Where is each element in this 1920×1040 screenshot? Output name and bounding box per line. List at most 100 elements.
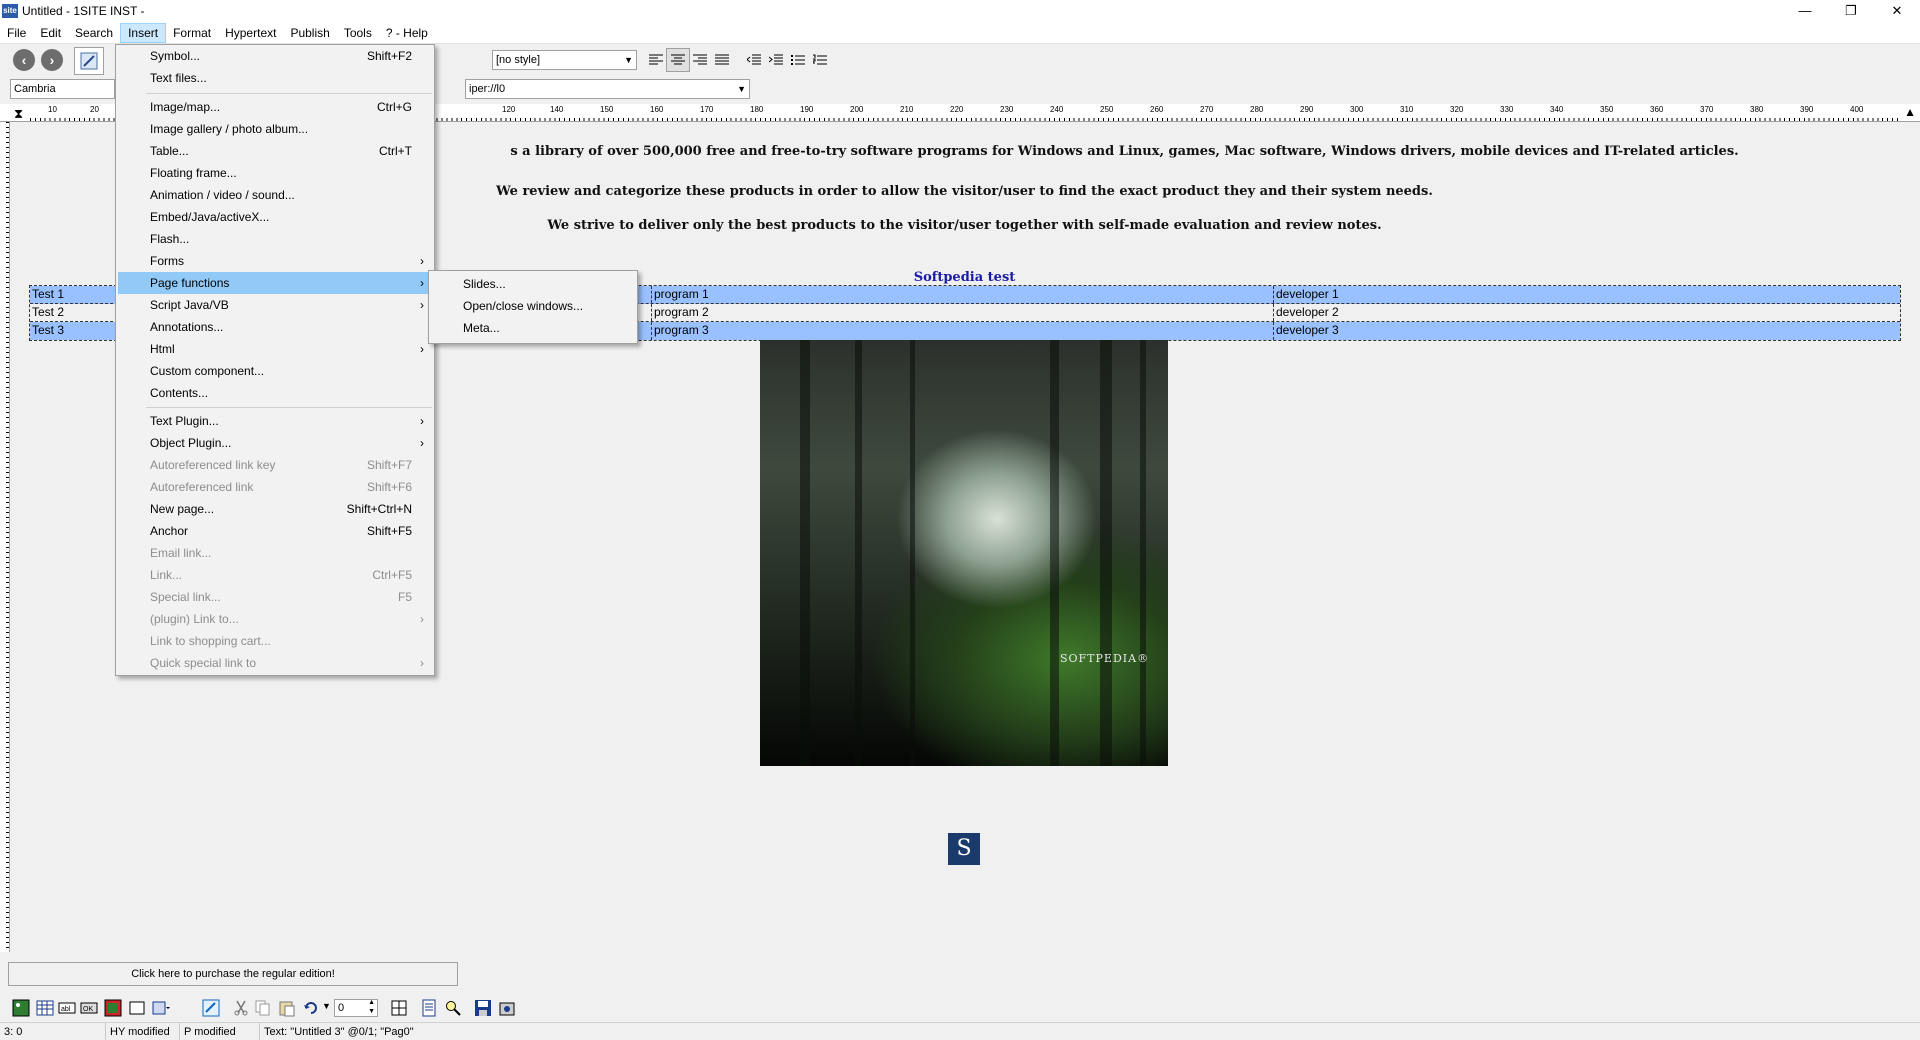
menu-item-animation[interactable]: Animation / video / sound... [118,184,432,206]
menu-item-label: Page functions [150,276,230,290]
insert-frame-icon[interactable] [104,999,122,1017]
insert-button-icon[interactable]: OK [80,999,98,1017]
menu-item-symbol[interactable]: Symbol... Shift+F2 [118,45,432,67]
forward-button[interactable]: › [40,48,64,72]
justify-button[interactable] [710,48,734,72]
undo-dropdown-icon[interactable]: ▼ [322,1001,331,1011]
layout-dropdown-icon[interactable] [152,999,170,1017]
cut-icon[interactable] [232,999,250,1017]
indent-button[interactable] [764,48,788,72]
menu-item-text-files[interactable]: Text files... [118,67,432,89]
copy-icon[interactable] [254,999,272,1017]
chevron-down-icon: ▼ [624,55,633,65]
ruler-label: 200 [850,105,864,114]
menu-item-anchor[interactable]: Anchor Shift+F5 [118,520,432,542]
font-select[interactable]: Cambria [10,79,115,99]
align-center-button[interactable] [666,48,690,72]
menu-item-link[interactable]: Link... Ctrl+F5 [118,564,432,586]
menu-item-page-functions[interactable]: Page functions › [118,272,432,294]
menu-publish[interactable]: Publish [283,23,336,43]
submenu-item-meta[interactable]: Meta... [431,317,635,339]
menu-item-special-link[interactable]: Special link... F5 [118,586,432,608]
table-grid-icon[interactable] [390,999,408,1017]
menu-item-quick-special-link[interactable]: Quick special link to › [118,652,432,674]
arrow-right-icon: › [41,49,63,71]
edit-mode-button[interactable] [74,47,104,75]
menu-edit[interactable]: Edit [33,23,68,43]
menu-item-autoref-link[interactable]: Autoreferenced link Shift+F6 [118,476,432,498]
url-select[interactable]: iper://l0 ▼ [465,79,750,99]
menu-file[interactable]: File [0,23,33,43]
menu-item-autoref-link-key[interactable]: Autoreferenced link key Shift+F7 [118,454,432,476]
menu-item-new-page[interactable]: New page... Shift+Ctrl+N [118,498,432,520]
insert-textfield-icon[interactable]: abl [58,999,76,1017]
menu-help[interactable]: ? - Help [379,23,435,43]
menu-item-label: Object Plugin... [150,436,232,450]
align-right-icon [693,54,707,65]
menu-item-label: Custom component... [150,364,265,378]
menu-item-text-plugin[interactable]: Text Plugin... › [118,410,432,432]
preview-icon[interactable] [202,999,220,1017]
menu-format[interactable]: Format [166,23,218,43]
style-select[interactable]: [no style] ▼ [492,50,637,70]
tree-shape [1100,340,1112,766]
menu-item-annotations[interactable]: Annotations... [118,316,432,338]
menu-item-plugin-link[interactable]: (plugin) Link to... › [118,608,432,630]
menu-item-forms[interactable]: Forms › [118,250,432,272]
ruler-label: 20 [90,105,99,114]
table-cell[interactable]: developer 1 [1274,286,1900,303]
minimize-button[interactable]: — [1782,0,1828,22]
menu-item-shopping-cart-link[interactable]: Link to shopping cart... [118,630,432,652]
menu-item-floating-frame[interactable]: Floating frame... [118,162,432,184]
menu-item-shortcut: Shift+F5 [366,524,412,538]
menu-item-flash[interactable]: Flash... [118,228,432,250]
bullet-list-button[interactable] [786,48,810,72]
submenu-item-open-close-windows[interactable]: Open/close windows... [431,295,635,317]
menu-item-custom-component[interactable]: Custom component... [118,360,432,382]
numbered-list-button[interactable] [808,48,832,72]
table-cell[interactable]: program 3 [652,322,1274,340]
align-right-button[interactable] [688,48,712,72]
menu-item-image-gallery[interactable]: Image gallery / photo album... [118,118,432,140]
s-logo-image[interactable]: S [948,833,980,865]
search-icon[interactable] [444,999,462,1017]
insert-table-icon[interactable] [36,999,54,1017]
page-icon[interactable] [420,999,438,1017]
outdent-button[interactable] [742,48,766,72]
purchase-button[interactable]: Click here to purchase the regular editi… [8,962,458,986]
window-title: Untitled - 1SITE INST - [22,4,145,18]
menu-item-contents[interactable]: Contents... [118,382,432,404]
menu-item-html[interactable]: Html › [118,338,432,360]
back-button[interactable]: ‹ [12,48,36,72]
zoom-stepper[interactable]: 0 ▲ ▼ [334,999,378,1017]
close-button[interactable]: ✕ [1874,0,1920,22]
table-cell[interactable]: developer 3 [1274,322,1900,340]
chevron-right-icon: › [420,342,424,356]
menu-item-table[interactable]: Table... Ctrl+T [118,140,432,162]
ruler-label: 250 [1100,105,1114,114]
menu-item-script[interactable]: Script Java/VB › [118,294,432,316]
table-cell[interactable]: program 2 [652,304,1274,321]
insert-box-icon[interactable] [128,999,146,1017]
menu-tools[interactable]: Tools [337,23,379,43]
forest-image[interactable]: SOFTPEDIA® [760,340,1168,766]
undo-icon[interactable] [302,999,320,1017]
menu-item-image-map[interactable]: Image/map... Ctrl+G [118,96,432,118]
save-icon[interactable] [474,999,492,1017]
menu-search[interactable]: Search [68,23,120,43]
table-cell[interactable]: program 1 [652,286,1274,303]
menu-item-object-plugin[interactable]: Object Plugin... › [118,432,432,454]
submenu-item-slides[interactable]: Slides... [431,273,635,295]
menu-insert[interactable]: Insert [120,22,167,43]
maximize-button[interactable]: ❐ [1828,0,1874,22]
menu-item-email-link[interactable]: Email link... [118,542,432,564]
window-controls: — ❐ ✕ [1782,0,1920,22]
menu-item-embed[interactable]: Embed/Java/activeX... [118,206,432,228]
table-cell[interactable]: developer 2 [1274,304,1900,321]
settings-icon[interactable] [498,999,516,1017]
ruler-label: 310 [1400,105,1414,114]
insert-image-icon[interactable] [12,999,30,1017]
align-left-button[interactable] [644,48,668,72]
paste-icon[interactable] [278,999,296,1017]
menu-hypertext[interactable]: Hypertext [218,23,283,43]
